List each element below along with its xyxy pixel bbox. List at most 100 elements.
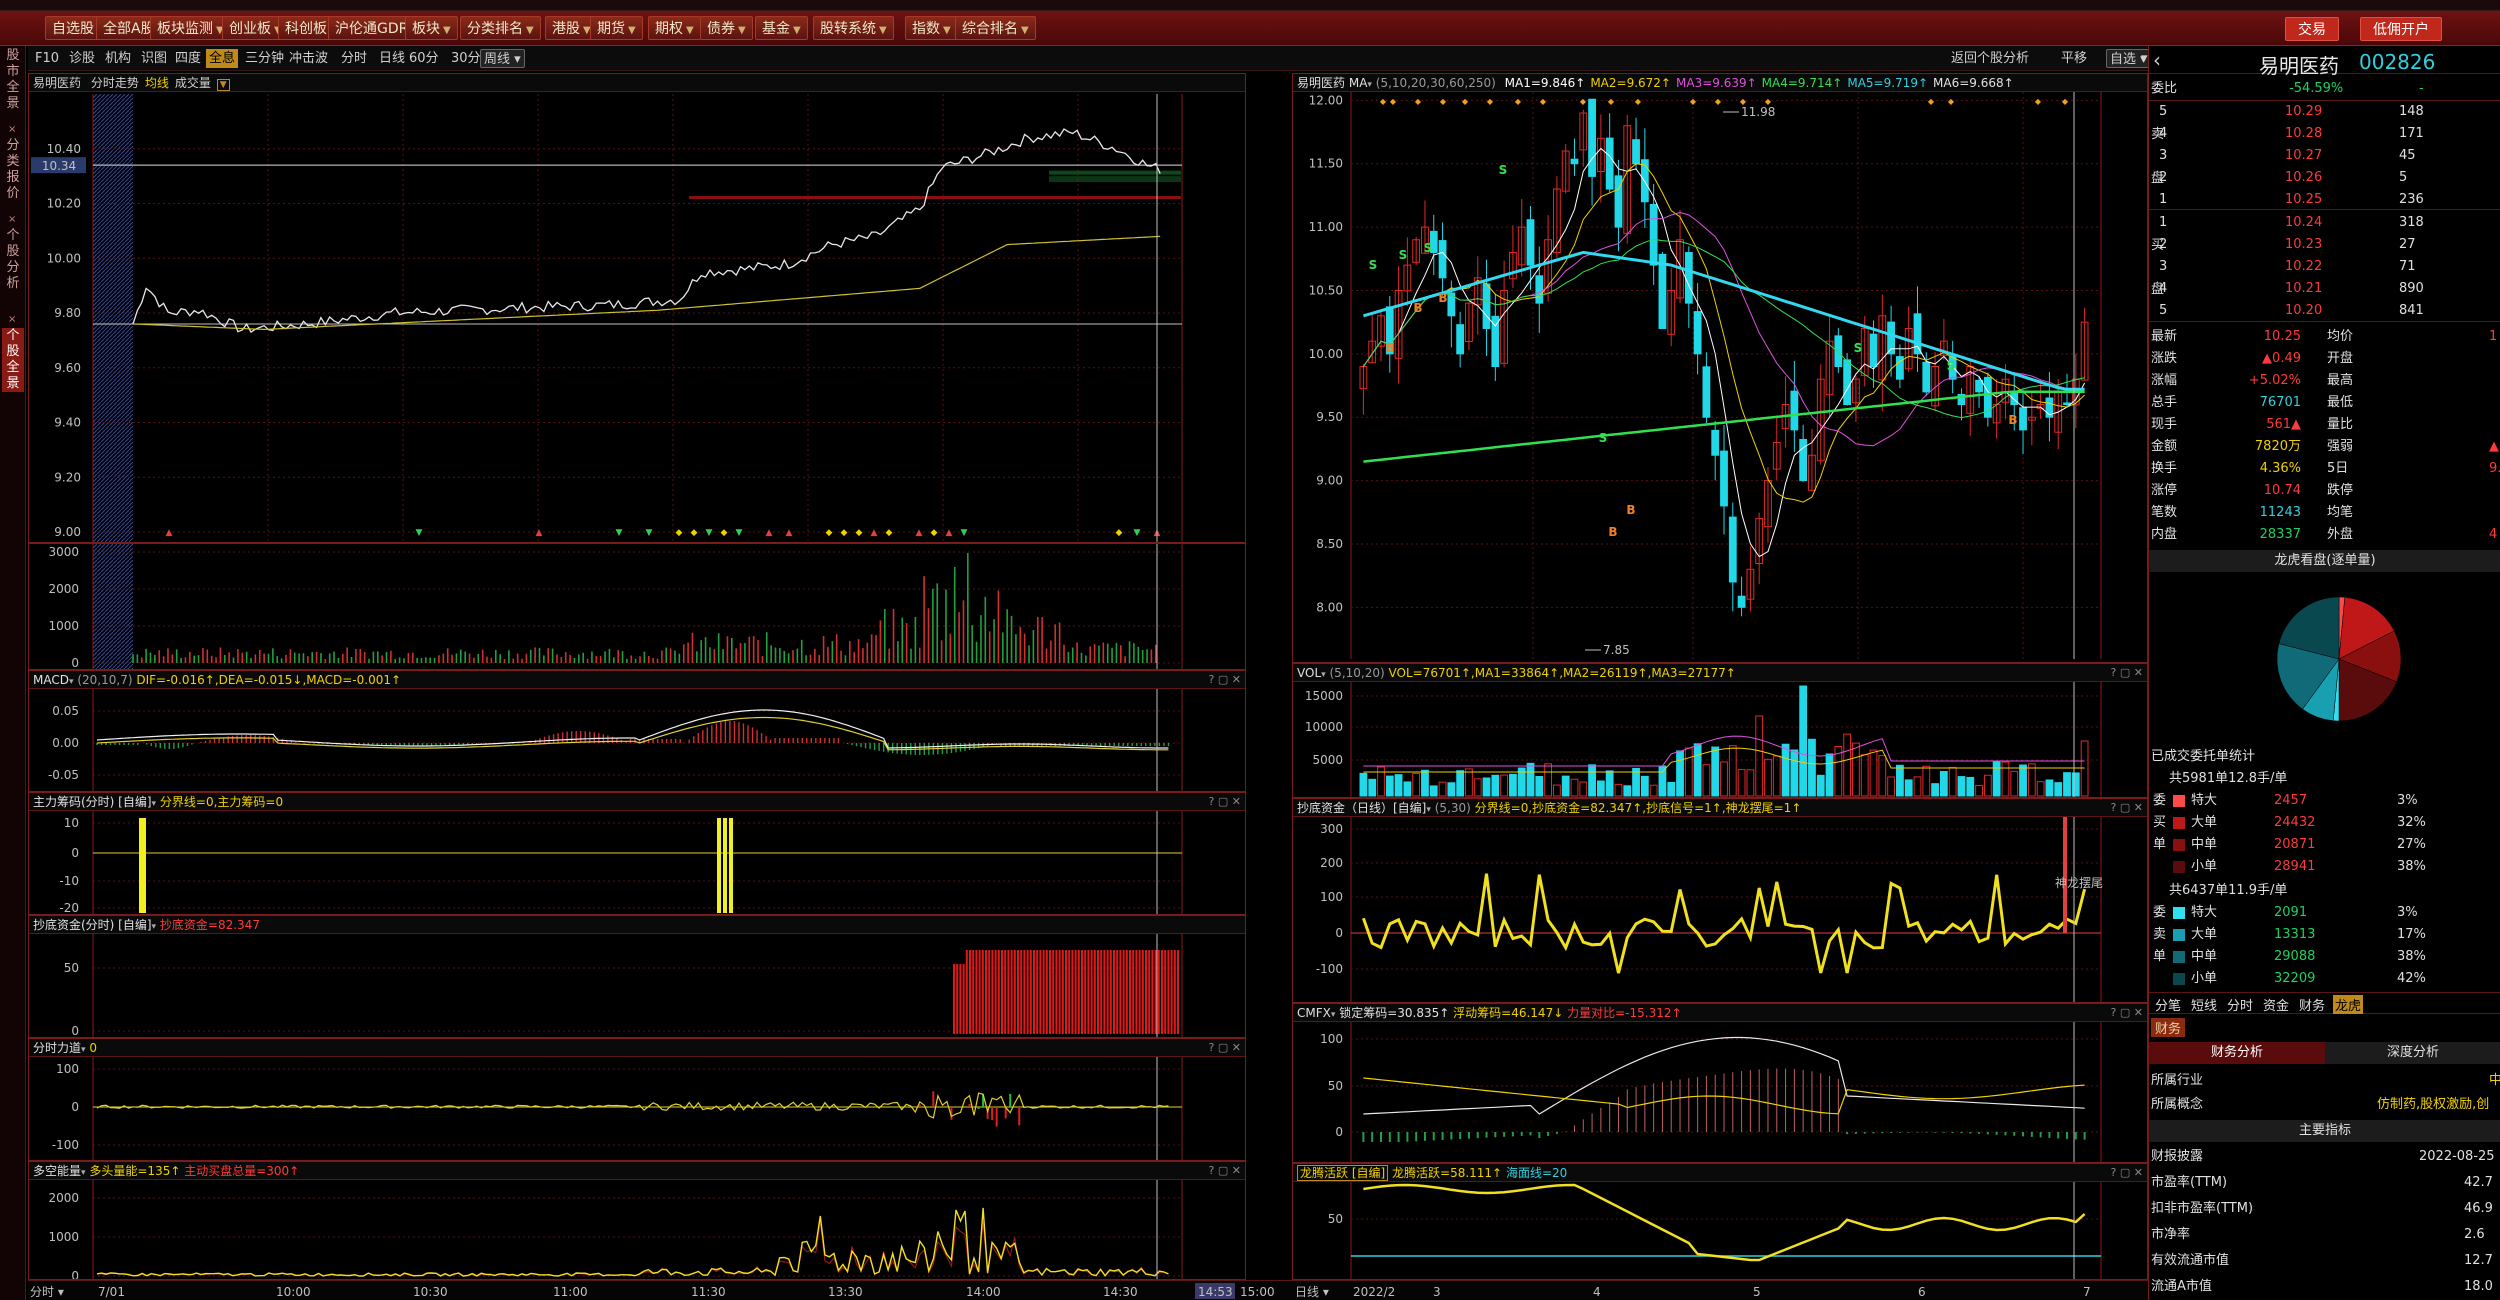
- menu-item[interactable]: 债券 ▼: [700, 16, 753, 40]
- intraday-volume-panel[interactable]: 3000 2000 1000 0: [28, 543, 1246, 670]
- open-account-button[interactable]: 低佣开户: [2360, 17, 2442, 41]
- subtab-8[interactable]: 冲击波: [286, 49, 331, 68]
- close-icon[interactable]: ×: [8, 314, 16, 325]
- subtab-3[interactable]: 机构: [102, 49, 134, 68]
- menu-item-label: 沪伦通GDR: [335, 21, 409, 37]
- daily-kline-chart[interactable]: 12.00 11.50 11.00 10.50 10.00 9.50 9.00 8.50 8.0…: [1293, 74, 2148, 663]
- time-label: 13:30: [828, 1285, 863, 1299]
- daily-kline-panel[interactable]: 易明医药 MA▾ (5,10,20,30,60,250) MA1=9.846↑ M…: [1292, 73, 2148, 663]
- menu-item[interactable]: 综合排名 ▼: [955, 16, 1036, 40]
- subtab-4[interactable]: 识图: [138, 49, 170, 68]
- close-icon[interactable]: ×: [8, 214, 16, 225]
- subtab-6[interactable]: 全息: [206, 49, 239, 68]
- back-arrow-icon[interactable]: ‹: [2153, 48, 2161, 72]
- sell-side-label: 卖: [2151, 127, 2165, 142]
- intraday-chart-panel[interactable]: 易明医药 分时走势 均线 成交量 ▼ 10.40 10.20 10.00 9.80 9.60…: [28, 73, 1246, 543]
- intraday-price-chart[interactable]: 10.4010.2010.009.809.609.409.209.009.768…: [29, 74, 1246, 543]
- subtab-5[interactable]: 四度: [172, 49, 204, 68]
- quote-tab-1[interactable]: 分笔: [2153, 995, 2183, 1014]
- cmfx-chart[interactable]: 100 50 0: [1293, 1004, 2148, 1163]
- quote-tab-4[interactable]: 资金: [2261, 995, 2291, 1014]
- quote-tab-6[interactable]: 龙虎: [2333, 995, 2364, 1014]
- buy-level-row[interactable]: 2 10.23 27: [2149, 234, 2500, 256]
- cmfx-panel[interactable]: CMFX▾ 锁定筹码=30.835↑ 浮动筹码=46.147↓ 力量对比=-15…: [1292, 1003, 2148, 1163]
- volume-bar: [1931, 783, 1939, 797]
- bottom-fund-chart[interactable]: 50 0: [29, 916, 1246, 1038]
- menu-item[interactable]: 指数 ▼: [905, 16, 958, 40]
- left-nav-3[interactable]: 个股分析: [2, 228, 24, 292]
- subtab-7[interactable]: 三分钟: [242, 49, 287, 68]
- macd-panel[interactable]: MACD▾ (20,10,7) DIF=-0.016↑,DEA=-0.015↓,…: [28, 670, 1246, 792]
- level-label: 1: [2159, 192, 2168, 207]
- finance-tab[interactable]: 财务: [2151, 1018, 2186, 1037]
- menu-item[interactable]: 期货 ▼: [590, 16, 643, 40]
- daily-volume-tick-label: 15000: [1305, 689, 1343, 703]
- buy-level-row[interactable]: 5 10.20 841: [2149, 300, 2500, 322]
- subtab-13[interactable]: 周线 ▾: [480, 49, 525, 68]
- macd-chart[interactable]: 0.05 0.00 -0.05: [29, 671, 1246, 792]
- close-icon[interactable]: ×: [8, 124, 16, 135]
- buy-level-row[interactable]: 1 10.24 318: [2149, 212, 2500, 234]
- force-chart[interactable]: 100 0 -100: [29, 1039, 1246, 1161]
- main-chip-chart[interactable]: 10 0 -10 -20: [29, 793, 1246, 915]
- sell-level-row[interactable]: 3 10.27 45: [2149, 145, 2500, 167]
- subtab-1[interactable]: F10: [32, 49, 62, 68]
- menu-item[interactable]: 股转系统 ▼: [813, 16, 894, 40]
- volume-bar: [1667, 781, 1676, 797]
- bottom-fund-panel[interactable]: 抄底资金(分时) [自编]▾ 抄底资金=82.347 50 0: [28, 915, 1246, 1038]
- left-nav-1[interactable]: 股市全景: [2, 48, 24, 112]
- sell-level-row[interactable]: 2 10.26 5: [2149, 167, 2500, 189]
- price-tick-label: 10.00: [47, 251, 81, 265]
- menu-item[interactable]: 分类排名 ▼: [460, 16, 541, 40]
- sell-level-row[interactable]: 5 10.29 148: [2149, 101, 2500, 123]
- candle-body: [1711, 429, 1720, 456]
- buy-level-row[interactable]: 3 10.22 71: [2149, 256, 2500, 278]
- signal-marker-icon: ◆: [1928, 97, 1935, 106]
- subtab-9[interactable]: 分时: [338, 49, 370, 68]
- sell-level-row[interactable]: 1 10.25 236: [2149, 189, 2500, 211]
- subtab-2[interactable]: 诊股: [66, 49, 98, 68]
- daily-bottom-fund-panel[interactable]: 抄底资金（日线）[自编]▾ (5,30) 分界线=0,抄底资金=82.347↑,…: [1292, 798, 2148, 1003]
- energy-panel[interactable]: 多空能量▾ 多头量能=135↑ 主动买盘总量=300↑ ? ▢ ✕ 2000 10…: [28, 1161, 1246, 1280]
- daily-volume-chart[interactable]: 15000 10000 5000: [1293, 664, 2148, 798]
- energy-chart[interactable]: 2000 1000 0: [29, 1162, 1246, 1280]
- finance-subtab-2[interactable]: 深度分析: [2325, 1042, 2500, 1064]
- daily-volume-panel[interactable]: VOL▾ (5,10,20) VOL=76701↑,MA1=33864↑,MA2…: [1292, 663, 2148, 798]
- concept-row: 所属概念 仿制药,股权激励,创: [2149, 1094, 2500, 1116]
- force-panel[interactable]: 分时力道▾ 0 ? ▢ ✕ 100 0 -100: [28, 1038, 1246, 1161]
- quote-tab-3[interactable]: 分时: [2225, 995, 2255, 1014]
- subtab-12[interactable]: 30分: [448, 49, 484, 68]
- menu-item[interactable]: 期权 ▼: [648, 16, 701, 40]
- volume-bar: [1808, 738, 1816, 797]
- right-tool-2[interactable]: 平移: [2058, 49, 2090, 68]
- buy-level-row[interactable]: 4 10.21 890: [2149, 278, 2500, 300]
- sell-level-row[interactable]: 4 10.28 171: [2149, 123, 2500, 145]
- left-nav-4[interactable]: 个股全景: [2, 328, 24, 392]
- order-percent: 17%: [2397, 927, 2426, 942]
- subtab-10[interactable]: 日线: [376, 49, 408, 68]
- menu-item[interactable]: 板块监测 ▼: [150, 16, 231, 40]
- daily-price-tick-label: 10.50: [1309, 283, 1343, 297]
- volume-bar: [1948, 766, 1957, 797]
- dragon-active-panel[interactable]: 龙腾活跃 [自编] 龙腾活跃=58.111↑ 海面线=20 ? ▢ ✕ 50: [1292, 1163, 2148, 1280]
- intraday-volume-chart[interactable]: 3000 2000 1000 0: [29, 544, 1246, 670]
- menu-item[interactable]: 板块 ▼: [405, 16, 458, 40]
- daily-bottom-fund-chart[interactable]: 300 200 100 0 -100 神龙摆尾: [1293, 799, 2148, 1003]
- trade-button[interactable]: 交易: [2285, 17, 2339, 41]
- order-volume: 2091: [2274, 905, 2308, 920]
- right-tool-1[interactable]: 返回个股分析: [1948, 49, 2032, 68]
- stat-value: 561▲: [2266, 417, 2301, 432]
- force-tick-label: 0: [71, 1100, 79, 1114]
- left-nav-2[interactable]: 分类报价: [2, 138, 24, 202]
- quote-tab-5[interactable]: 财务: [2297, 995, 2327, 1014]
- volume-tick-label: 2000: [48, 582, 79, 596]
- menu-item[interactable]: 基金 ▼: [755, 16, 808, 40]
- volume-bar: [1825, 753, 1834, 797]
- finance-subtab-1[interactable]: 财务分析: [2149, 1042, 2325, 1064]
- quote-tab-2[interactable]: 短线: [2189, 995, 2219, 1014]
- order-volume: 24432: [2274, 815, 2316, 830]
- dragon-active-chart[interactable]: 50: [1293, 1164, 2148, 1280]
- main-chip-panel[interactable]: 主力筹码(分时) [自编]▾ 分界线=0,主力筹码=0 ? ▢ ✕ 10 0 -10…: [28, 792, 1246, 915]
- order-volume: 2457: [2274, 793, 2308, 808]
- subtab-11[interactable]: 60分: [406, 49, 442, 68]
